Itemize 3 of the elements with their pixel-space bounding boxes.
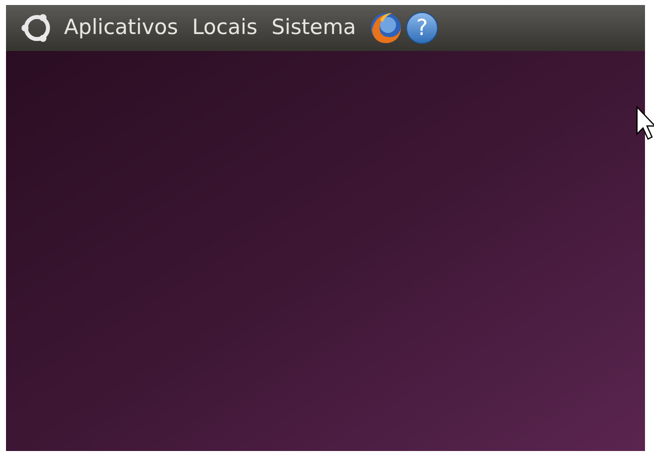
panel-menu[interactable]: Locais bbox=[192, 12, 258, 44]
panel-menu[interactable]: Sistema bbox=[271, 12, 356, 44]
panel-menu[interactable]: Aplicativos bbox=[64, 12, 178, 44]
